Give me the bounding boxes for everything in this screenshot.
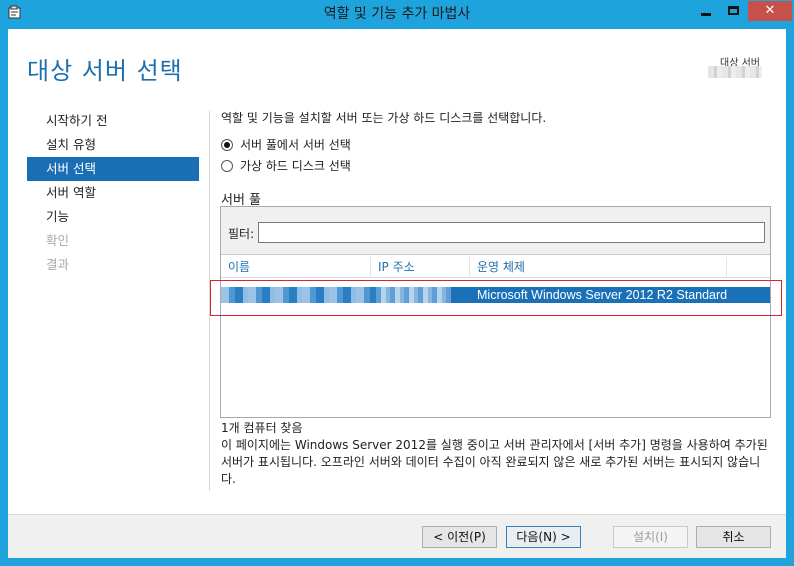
close-icon: ✕ [764,3,776,18]
radio-checked-icon[interactable] [221,139,233,151]
destination-server-redacted [708,66,762,78]
server-grid-header: 이름 IP 주소 운영 체제 [221,257,770,278]
wizard-steps-nav: 시작하기 전 설치 유형 서버 선택 서버 역할 기능 확인 결과 [27,109,199,277]
instruction-text: 역할 및 기능을 설치할 서버 또는 가상 하드 디스크를 선택합니다. [221,111,547,125]
maximize-button[interactable] [720,1,747,21]
step-before-you-begin[interactable]: 시작하기 전 [27,109,199,133]
highlight-annotation [210,280,782,316]
column-header-ip[interactable]: IP 주소 [371,257,470,278]
radio-unchecked-icon[interactable] [221,160,233,172]
title-bar[interactable]: 역할 및 기능 추가 마법사 ✕ [0,0,794,28]
install-button: 설치(I) [613,526,688,548]
next-button[interactable]: 다음(N) > [506,526,581,548]
filter-input[interactable] [258,222,765,243]
minimize-button[interactable] [692,1,719,21]
wizard-window: 역할 및 기능 추가 마법사 ✕ 대상 서버 선택 대상 서버 시작하기 전 설… [0,0,794,566]
radio-label-pool: 서버 풀에서 서버 선택 [240,138,351,152]
minimize-icon [701,13,711,16]
window-title: 역할 및 기능 추가 마법사 [323,6,471,22]
column-header-os[interactable]: 운영 체제 [470,257,727,278]
maximize-icon [728,6,739,15]
step-results: 결과 [46,257,70,272]
computers-found-count: 1개 컴퓨터 찾음 [221,421,303,435]
filter-label: 필터: [228,227,255,241]
cancel-button[interactable]: 취소 [696,526,771,548]
column-header-name[interactable]: 이름 [221,257,371,278]
filter-area: 필터: [221,207,770,255]
step-confirmation: 확인 [46,233,70,248]
wizard-client-area: 대상 서버 선택 대상 서버 시작하기 전 설치 유형 서버 선택 서버 역할 … [8,29,786,558]
close-button[interactable]: ✕ [748,1,792,21]
radio-label-vhd: 가상 하드 디스크 선택 [240,159,351,173]
step-server-selection[interactable]: 서버 선택 [27,157,199,181]
step-features[interactable]: 기능 [27,205,199,229]
page-title: 대상 서버 선택 [27,57,183,85]
radio-select-vhd[interactable]: 가상 하드 디스크 선택 [221,156,351,176]
server-pool-note: 이 페이지에는 Windows Server 2012를 실행 중이고 서버 관… [221,438,768,486]
wizard-button-bar: < 이전(P) 다음(N) > 설치(I) 취소 [8,514,786,558]
previous-button[interactable]: < 이전(P) [422,526,497,548]
step-installation-type[interactable]: 설치 유형 [27,133,199,157]
step-server-roles[interactable]: 서버 역할 [27,181,199,205]
radio-select-from-pool[interactable]: 서버 풀에서 서버 선택 [221,135,351,155]
